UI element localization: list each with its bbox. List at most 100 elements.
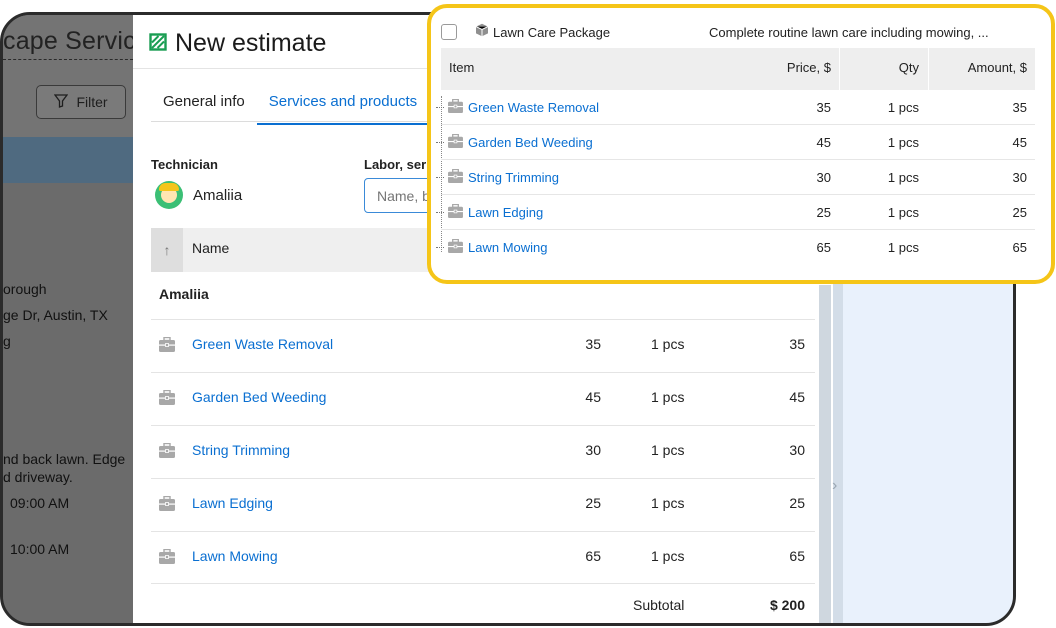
modal-title-text: New estimate <box>175 29 327 57</box>
quantity: 1 pcs <box>651 548 685 564</box>
package-row: Green Waste Removal 35 1 pcs 35 <box>436 90 1035 125</box>
price: 45 <box>585 389 601 405</box>
package-row: String Trimming 30 1 pcs 30 <box>436 160 1035 195</box>
price: 45 <box>816 135 831 150</box>
filter-label: Filter <box>76 94 108 110</box>
quantity: 1 pcs <box>887 170 919 185</box>
quantity: 1 pcs <box>887 205 919 220</box>
technician-label: Technician <box>151 157 218 172</box>
column-header-name[interactable]: Name <box>192 240 229 256</box>
price: 25 <box>816 205 831 220</box>
package-item-link[interactable]: Lawn Mowing <box>468 240 548 255</box>
toolbox-icon <box>448 238 463 258</box>
price: 35 <box>585 336 601 352</box>
chevron-right-icon[interactable]: › <box>832 477 837 495</box>
price: 30 <box>816 170 831 185</box>
amount: 45 <box>1012 135 1027 150</box>
amount: 30 <box>1012 170 1027 185</box>
toolbox-icon <box>159 548 175 569</box>
package-popup: Lawn Care Package Complete routine lawn … <box>427 4 1055 284</box>
package-row: Garden Bed Weeding 45 1 pcs 45 <box>436 125 1035 160</box>
toolbox-icon <box>159 442 175 463</box>
background-text: g <box>3 333 11 349</box>
column-header-price: Price, $ <box>786 60 831 75</box>
filter-icon <box>54 93 69 111</box>
background-text: nd back lawn. Edge <box>3 451 126 467</box>
package-checkbox[interactable] <box>441 24 457 40</box>
amount: 35 <box>789 336 805 352</box>
box-icon <box>475 23 489 42</box>
amount: 65 <box>789 548 805 564</box>
toolbox-icon <box>448 133 463 153</box>
service-link[interactable]: Lawn Edging <box>192 495 273 511</box>
background-band <box>3 137 133 183</box>
package-name[interactable]: Lawn Care Package <box>493 25 610 40</box>
tab-services-and-products[interactable]: Services and products <box>256 81 430 125</box>
amount: 45 <box>789 389 805 405</box>
table-row: Green Waste Removal 35 1 pcs 35 <box>151 319 815 372</box>
quantity: 1 pcs <box>887 240 919 255</box>
service-link[interactable]: Green Waste Removal <box>192 336 333 352</box>
package-item-link[interactable]: String Trimming <box>468 170 559 185</box>
toolbox-icon <box>159 495 175 516</box>
price: 65 <box>585 548 601 564</box>
amount: 25 <box>1012 205 1027 220</box>
toolbox-icon <box>159 336 175 357</box>
toolbox-icon <box>448 203 463 223</box>
package-item-link[interactable]: Garden Bed Weeding <box>468 135 593 150</box>
tree-branch <box>436 177 444 178</box>
scrollbar[interactable] <box>819 285 831 623</box>
tree-branch <box>436 107 444 108</box>
column-header-amount: Amount, $ <box>967 60 1027 75</box>
amount: 35 <box>1012 100 1027 115</box>
quantity: 1 pcs <box>651 336 685 352</box>
table-row: String Trimming 30 1 pcs 30 <box>151 425 815 478</box>
package-header: Lawn Care Package Complete routine lawn … <box>431 8 1051 48</box>
amount: 30 <box>789 442 805 458</box>
sort-button[interactable]: ↑ <box>151 228 183 272</box>
service-link[interactable]: Lawn Mowing <box>192 548 278 564</box>
modal-title: New estimate <box>149 29 326 58</box>
service-link[interactable]: Garden Bed Weeding <box>192 389 326 405</box>
group-header: Amaliia <box>159 286 209 302</box>
toolbox-icon <box>448 168 463 188</box>
column-header-qty: Qty <box>898 60 919 75</box>
tab-general-info[interactable]: General info <box>151 81 257 125</box>
service-link[interactable]: String Trimming <box>192 442 290 458</box>
table-row: Lawn Edging 25 1 pcs 25 <box>151 478 815 531</box>
quantity: 1 pcs <box>651 495 685 511</box>
arrow-up-icon: ↑ <box>163 242 171 258</box>
price: 35 <box>816 100 831 115</box>
background-text: orough <box>3 281 47 297</box>
subtotal-value: $ 200 <box>769 597 805 613</box>
package-table-header: Item Price, $ Qty Amount, $ <box>441 48 1035 90</box>
estimate-icon <box>149 29 167 58</box>
package-description: Complete routine lawn care including mow… <box>709 25 989 40</box>
package-row: Lawn Edging 25 1 pcs 25 <box>436 195 1035 230</box>
quantity: 1 pcs <box>887 100 919 115</box>
subtotal-label: Subtotal <box>633 597 685 613</box>
tree-branch <box>436 212 444 213</box>
filter-button[interactable]: Filter <box>36 85 126 119</box>
technician[interactable]: Amaliia <box>155 181 242 209</box>
tree-branch <box>436 247 444 248</box>
package-item-link[interactable]: Lawn Edging <box>468 205 543 220</box>
amount: 65 <box>1012 240 1027 255</box>
background-title: cape Servic <box>3 27 136 55</box>
column-divider <box>839 48 840 90</box>
toolbox-icon <box>448 98 463 118</box>
tree-branch <box>436 142 444 143</box>
background-time: 09:00 AM <box>10 495 70 511</box>
background-text: ge Dr, Austin, TX <box>3 307 108 323</box>
background-time: 10:00 AM <box>10 541 70 557</box>
toolbox-icon <box>159 389 175 410</box>
price: 65 <box>816 240 831 255</box>
technician-name: Amaliia <box>193 186 243 204</box>
subtotal-divider <box>151 583 815 584</box>
package-item-link[interactable]: Green Waste Removal <box>468 100 599 115</box>
avatar <box>155 181 183 209</box>
background-text: d driveway. <box>3 469 73 485</box>
column-divider <box>928 48 929 90</box>
table-row: Lawn Mowing 65 1 pcs 65 <box>151 531 815 584</box>
labor-label: Labor, ser <box>364 157 427 172</box>
